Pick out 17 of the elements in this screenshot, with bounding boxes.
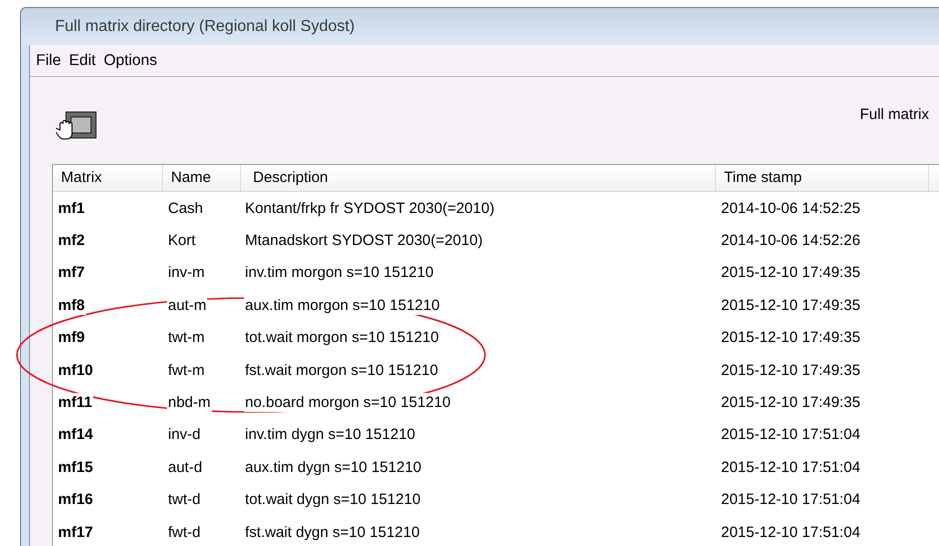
table-cell: inv.tim morgon s=10 151210 bbox=[244, 263, 435, 282]
table-cell: aux.tim morgon s=10 151210 bbox=[244, 296, 441, 315]
toolbar-label: Full matrix bbox=[860, 106, 929, 123]
menu-item[interactable]: Options bbox=[100, 52, 162, 70]
window-title: Full matrix directory (Regional koll Sydost) bbox=[21, 8, 939, 45]
table-cell: nbd-m bbox=[167, 393, 212, 412]
table-cell: tot.wait morgon s=10 151210 bbox=[244, 328, 440, 348]
table-cell: Mtanadskort SYDOST 2030(=2010) bbox=[244, 231, 484, 250]
column-header[interactable]: Description bbox=[241, 165, 716, 191]
menu-item[interactable]: Edit bbox=[64, 52, 100, 70]
table-cell: inv.tim dygn s=10 151210 bbox=[244, 425, 416, 444]
column-header[interactable]: Name bbox=[163, 165, 241, 191]
column-header[interactable]: Matrix bbox=[53, 165, 163, 191]
table-cell: no.board morgon s=10 151210 bbox=[244, 393, 452, 412]
table-cell: tot.wait dygn s=10 151210 bbox=[244, 490, 422, 510]
menu-item[interactable]: File bbox=[32, 52, 65, 70]
column-header[interactable]: Time stamp bbox=[716, 165, 929, 191]
